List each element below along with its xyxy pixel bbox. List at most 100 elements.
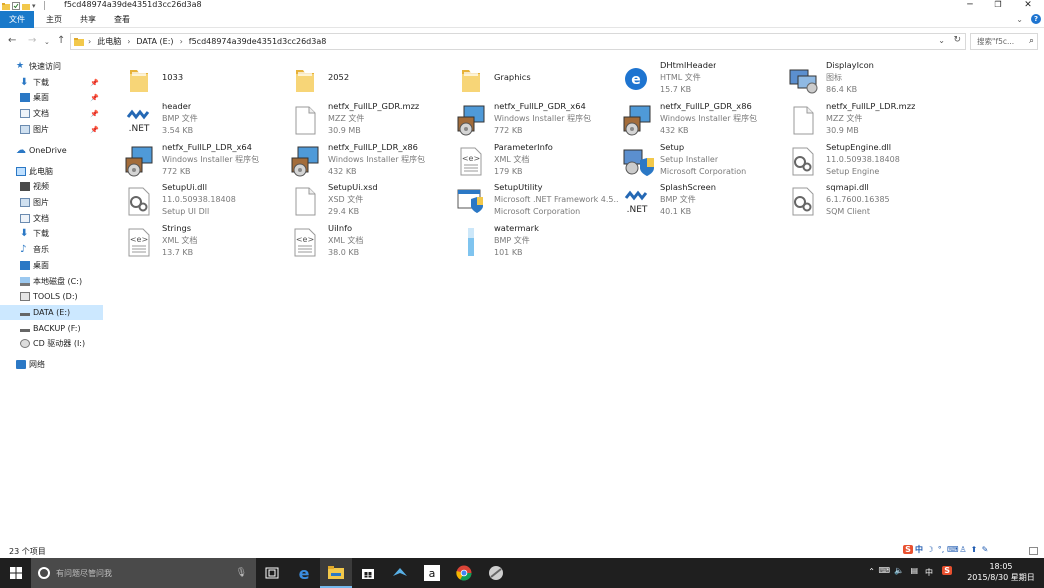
file-item[interactable]: <e> ParameterInfo XML 文档 179 KB xyxy=(448,140,613,178)
up-arrow-icon[interactable]: ↑ xyxy=(57,35,65,46)
file-item[interactable]: netfx_FullLP_GDR.mzz MZZ 文件 30.9 MB xyxy=(282,99,447,137)
details-view-button[interactable] xyxy=(1029,547,1038,555)
back-arrow-icon[interactable]: ← xyxy=(8,35,16,46)
network-tray-icon[interactable]: ⌨ xyxy=(878,566,890,575)
file-item[interactable]: SetupUi.xsd XSD 文件 29.4 KB xyxy=(282,180,447,218)
file-item[interactable]: SetupUi.dll 11.0.50938.18408 Setup UI Dll xyxy=(116,180,281,218)
file-item[interactable]: 2052 xyxy=(282,58,447,96)
nav-drive-f[interactable]: BACKUP (F:) xyxy=(0,321,103,336)
forward-arrow-icon[interactable]: → xyxy=(28,35,36,46)
file-item[interactable]: <e> Strings XML 文档 13.7 KB xyxy=(116,221,281,259)
minimize-button[interactable]: ─ xyxy=(956,0,984,11)
nav-pictures[interactable]: 图片 xyxy=(0,195,103,210)
nav-drive-d[interactable]: TOOLS (D:) xyxy=(0,289,103,304)
blank-file-icon xyxy=(288,103,322,137)
cortana-search-box[interactable]: 有问题尽管问我 🎙 xyxy=(31,558,256,588)
pin-icon[interactable]: 📌 xyxy=(90,79,99,87)
nav-music[interactable]: ♪ 音乐 xyxy=(0,242,103,257)
maximize-button[interactable]: ❐ xyxy=(984,0,1012,11)
input-language[interactable]: 中 xyxy=(925,567,933,578)
close-button[interactable]: ✕ xyxy=(1014,0,1042,11)
breadcrumb-data-drive[interactable]: DATA (E:) xyxy=(136,37,173,46)
nav-drive-c[interactable]: 本地磁盘 (C:) xyxy=(0,274,103,289)
address-history-chevron-icon[interactable]: ⌄ xyxy=(938,36,945,45)
file-item[interactable]: netfx_FullLP_GDR_x86 Windows Installer 程序… xyxy=(614,99,779,137)
taskbar-app[interactable] xyxy=(448,558,480,588)
folder-small-icon[interactable] xyxy=(2,2,10,10)
nav-drive-e[interactable]: DATA (E:) xyxy=(0,305,103,320)
title-bar: ▾ f5cd48974a39de4351d3cc26d3a8 ─ ❐ ✕ xyxy=(0,0,1044,11)
file-size: 40.1 KB xyxy=(660,206,692,216)
file-item[interactable]: 1033 xyxy=(116,58,281,96)
pin-icon[interactable]: 📌 xyxy=(90,126,99,134)
search-input[interactable]: 搜索"f5c... ⌕ xyxy=(970,33,1038,50)
taskbar-app[interactable] xyxy=(352,558,384,588)
file-item[interactable]: .NET SplashScreen BMP 文件 40.1 KB xyxy=(614,180,779,218)
nav-network[interactable]: 网络 xyxy=(0,357,103,372)
tab-share[interactable]: 共享 xyxy=(71,11,105,28)
properties-check-icon[interactable] xyxy=(12,1,20,10)
breadcrumb-separator-icon[interactable]: › xyxy=(88,37,91,46)
nav-quick-documents[interactable]: 文档 📌 xyxy=(0,106,103,121)
file-item[interactable]: e DHtmlHeader HTML 文件 15.7 KB xyxy=(614,58,779,96)
pin-icon[interactable]: 📌 xyxy=(90,94,99,102)
documents-icon xyxy=(20,109,30,118)
tray-chevron-icon[interactable]: ⌃ xyxy=(868,567,875,576)
nav-onedrive[interactable]: ☁ OneDrive xyxy=(0,143,103,158)
nav-quick-desktop[interactable]: 桌面 📌 xyxy=(0,90,103,105)
action-center-icon[interactable]: ▤ xyxy=(910,566,918,575)
recent-locations-chevron-icon[interactable]: ⌄ xyxy=(44,37,50,48)
file-item[interactable]: .NET header BMP 文件 3.54 KB xyxy=(116,99,281,137)
file-item[interactable]: DisplayIcon 图标 86.4 KB xyxy=(780,58,945,96)
microphone-icon[interactable]: 🎙 xyxy=(236,568,247,578)
address-bar[interactable]: › 此电脑 › DATA (E:) › f5cd48974a39de4351d3… xyxy=(70,33,966,50)
taskbar-app[interactable] xyxy=(320,558,352,588)
file-item[interactable]: Graphics xyxy=(448,58,613,96)
taskbar-app[interactable]: e xyxy=(288,558,320,588)
nav-quick-pictures[interactable]: 图片 📌 xyxy=(0,122,103,137)
breadcrumb-current-folder[interactable]: f5cd48974a39de4351d3cc26d3a8 xyxy=(189,37,327,46)
help-icon[interactable]: ? xyxy=(1031,14,1041,24)
ime-toolbar[interactable]: S 中 ☽ °, ⌨ ♙ ⬆ ✎ xyxy=(903,541,990,557)
taskbar-app[interactable] xyxy=(384,558,416,588)
breadcrumb-this-pc[interactable]: 此电脑 xyxy=(97,36,121,47)
taskbar-app[interactable]: a xyxy=(416,558,448,588)
clock[interactable]: 18:05 2015/8/30 星期日 xyxy=(966,561,1036,583)
refresh-icon[interactable]: ↻ xyxy=(953,35,961,45)
nav-cd-drive[interactable]: CD 驱动器 (I:) xyxy=(0,336,103,351)
file-item[interactable]: netfx_FullLP_GDR_x64 Windows Installer 程序… xyxy=(448,99,613,137)
nav-documents[interactable]: 文档 xyxy=(0,211,103,226)
breadcrumb-separator-icon[interactable]: › xyxy=(127,37,130,46)
taskbar-app[interactable] xyxy=(256,558,288,588)
customize-toolbar-chevron-icon[interactable]: ▾ xyxy=(32,2,40,10)
file-item[interactable]: SetupUtility Microsoft .NET Framework 4.5… xyxy=(448,180,618,218)
tab-view[interactable]: 查看 xyxy=(105,11,139,28)
nav-quick-access[interactable]: ★ 快速访问 xyxy=(0,59,103,74)
blank-file-icon xyxy=(288,184,322,218)
expand-ribbon-chevron-icon[interactable]: ⌄ xyxy=(1016,15,1023,24)
file-item[interactable]: SetupEngine.dll 11.0.50938.18408 Setup Eng… xyxy=(780,140,945,178)
start-button[interactable] xyxy=(0,558,31,588)
file-item[interactable]: netfx_FullLP_LDR_x64 Windows Installer 程序… xyxy=(116,140,281,178)
nav-downloads[interactable]: ⬇ 下载 xyxy=(0,226,103,241)
file-item[interactable]: <e> UiInfo XML 文档 38.0 KB xyxy=(282,221,447,259)
file-name: Setup xyxy=(660,142,685,152)
file-item[interactable]: watermark BMP 文件 101 KB xyxy=(448,221,613,259)
file-item[interactable]: sqmapi.dll 6.1.7600.16385 SQM Client xyxy=(780,180,945,218)
volume-icon[interactable]: 🔈 xyxy=(894,566,904,575)
file-item[interactable]: netfx_FullLP_LDR.mzz MZZ 文件 30.9 MB xyxy=(780,99,945,137)
nav-this-pc[interactable]: 此电脑 xyxy=(0,164,103,179)
taskbar-app[interactable] xyxy=(480,558,512,588)
new-folder-icon[interactable] xyxy=(22,2,30,10)
tab-file[interactable]: 文件 xyxy=(0,10,34,28)
tab-home[interactable]: 主页 xyxy=(34,11,71,28)
breadcrumb-separator-icon[interactable]: › xyxy=(180,37,183,46)
nav-label: 下载 xyxy=(33,78,49,87)
file-item[interactable]: Setup Setup Installer Microsoft Corporatio… xyxy=(614,140,779,178)
sogou-tray-icon[interactable]: S xyxy=(942,566,952,575)
pin-icon[interactable]: 📌 xyxy=(90,110,99,118)
file-item[interactable]: netfx_FullLP_LDR_x86 Windows Installer 程序… xyxy=(282,140,447,178)
nav-quick-downloads[interactable]: ⬇ 下载 📌 xyxy=(0,75,103,90)
nav-desktop[interactable]: 桌面 xyxy=(0,258,103,273)
nav-videos[interactable]: 视频 xyxy=(0,179,103,194)
